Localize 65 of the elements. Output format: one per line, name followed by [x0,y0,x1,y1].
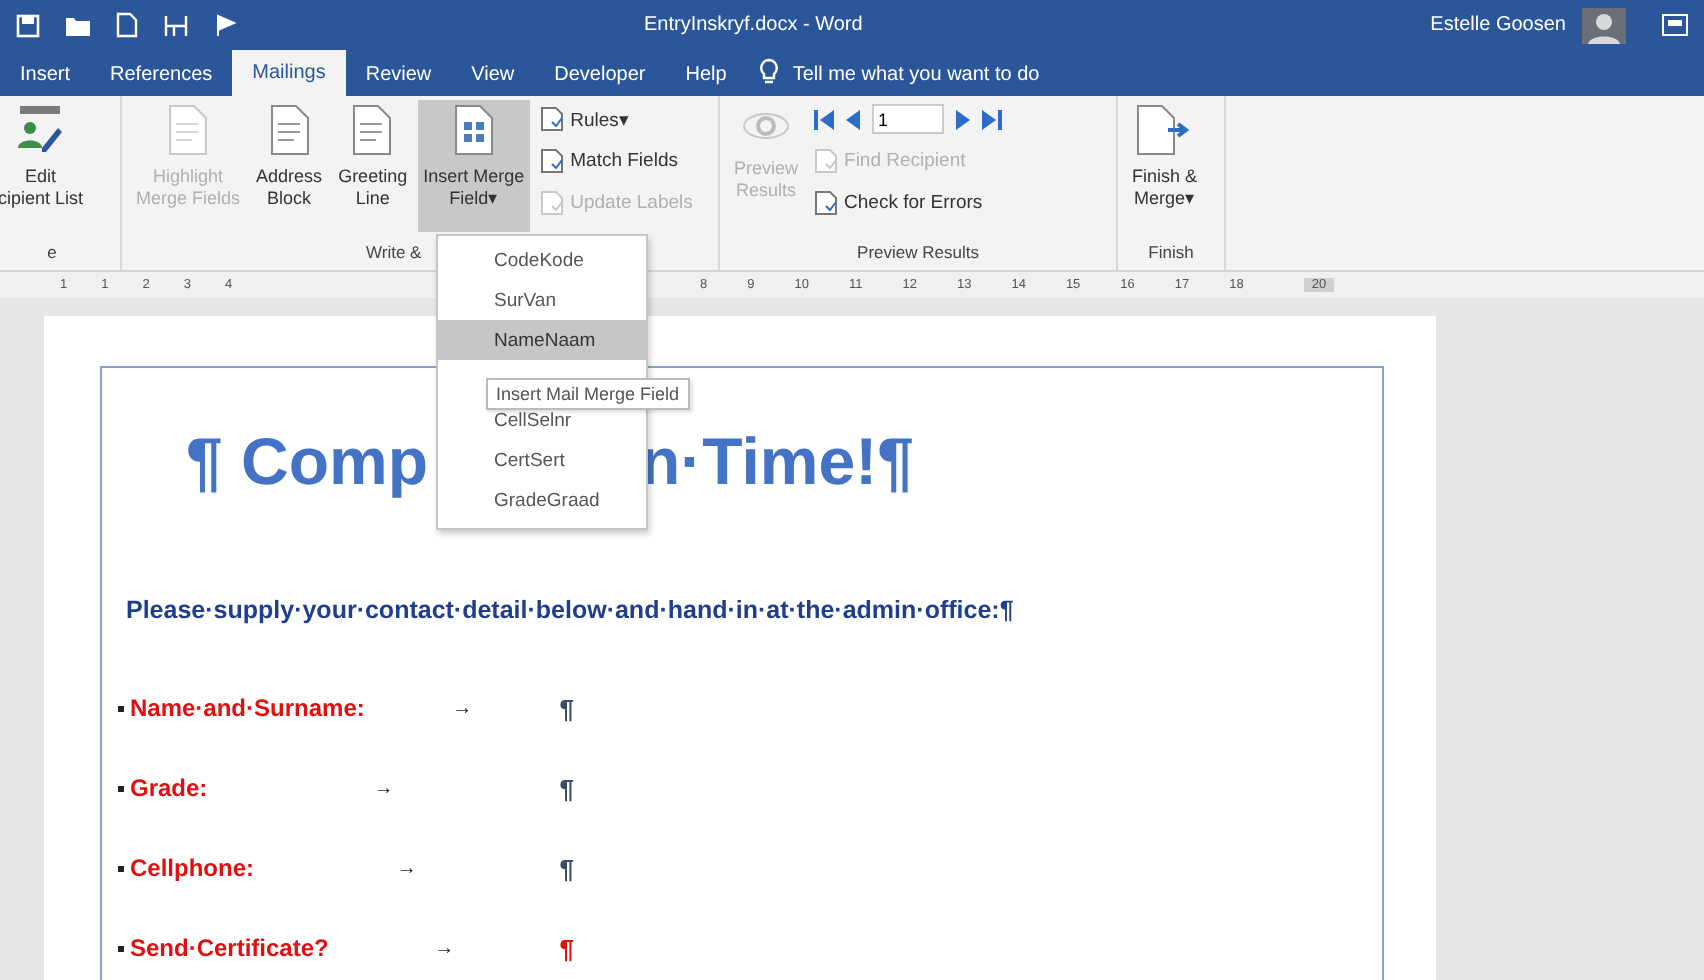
field-label: Name·and·Surname: [130,694,365,722]
page-icon [814,190,839,216]
document-icon [352,104,393,156]
save-icon[interactable] [16,13,40,37]
ribbon-tab[interactable]: View [451,54,535,96]
lightbulb-icon[interactable] [758,58,781,86]
menu-item[interactable]: SurVan [438,280,646,320]
paragraph-mark: ¶ [559,773,574,803]
ribbon-tab[interactable]: References [90,54,233,96]
document-title: ¶ Comp [186,424,429,502]
paragraph-mark: ¶ [559,933,574,963]
next-record-icon[interactable] [954,109,971,129]
menu-item[interactable]: CertSert [438,440,646,480]
ribbon-tab[interactable]: Review [345,54,452,96]
page-icon [540,148,565,174]
page-icon [540,106,565,132]
grid-document-icon [453,104,494,156]
folder-icon[interactable] [64,13,92,37]
instruction-text: Please·supply·your·contact·detail·below·and·hand·in·at·the·admin·office:¶ [126,596,1016,624]
record-field[interactable]: 1 [872,104,945,134]
bullet-icon [118,705,124,711]
bullet-icon [118,865,124,871]
field-label: Send·Certificate? [130,934,329,962]
table-icon[interactable] [162,13,190,37]
ribbon-button[interactable]: Insert Merge Field▾ [417,100,531,232]
ribbon-button[interactable]: Finish & Merge▾ [1126,100,1204,232]
tab-mark: → [432,937,457,959]
document-icon[interactable] [116,12,138,38]
window-title: EntryInskryf.docx - Word [644,14,865,36]
people-edit-icon [14,104,67,156]
menu-item[interactable]: GradeGraad [438,480,646,520]
paragraph-mark: ¶ [559,693,574,723]
ribbon-button[interactable]: Check for Errors [808,184,1009,222]
menu-item[interactable]: NameNaam [438,320,646,360]
tab-mark: → [394,857,419,879]
ribbon-display-icon[interactable] [1662,14,1688,36]
document-icon [269,104,310,156]
last-record-icon[interactable] [980,109,1003,129]
tooltip: Insert Mail Merge Field [486,378,690,410]
page-icon [814,148,839,174]
tell-me-field[interactable]: Tell me what you want to do [792,54,1133,96]
ribbon-tab[interactable]: Mailings [232,50,346,96]
ribbon-button[interactable]: Rules▾ [534,100,699,138]
ribbon-button[interactable]: Address Block [250,100,329,232]
ribbon-tab[interactable]: Insert [0,54,91,96]
tab-mark: → [371,777,396,799]
bullet-icon [118,785,124,791]
tab-mark: → [450,697,475,719]
ribbon-tab[interactable]: Help [665,54,747,96]
document-title: n·Time!¶ [640,424,914,502]
flag-icon[interactable] [214,13,238,37]
ribbon-button[interactable]: Greeting Line [332,100,414,232]
field-label: Cellphone: [130,854,254,882]
previous-record-icon[interactable] [846,109,863,129]
bullet-icon [118,945,124,951]
user-name[interactable]: Estelle Goosen [1430,14,1566,36]
document-arrow-icon [1136,104,1193,156]
ribbon-button[interactable]: Match Fields [534,142,699,180]
document-icon [168,104,209,156]
field-label: Grade: [130,774,208,802]
page-icon [540,190,565,216]
avatar-icon[interactable] [1582,7,1626,43]
first-record-icon[interactable] [814,109,837,129]
ribbon-tab[interactable]: Developer [534,54,666,96]
paragraph-mark: ¶ [559,853,574,883]
